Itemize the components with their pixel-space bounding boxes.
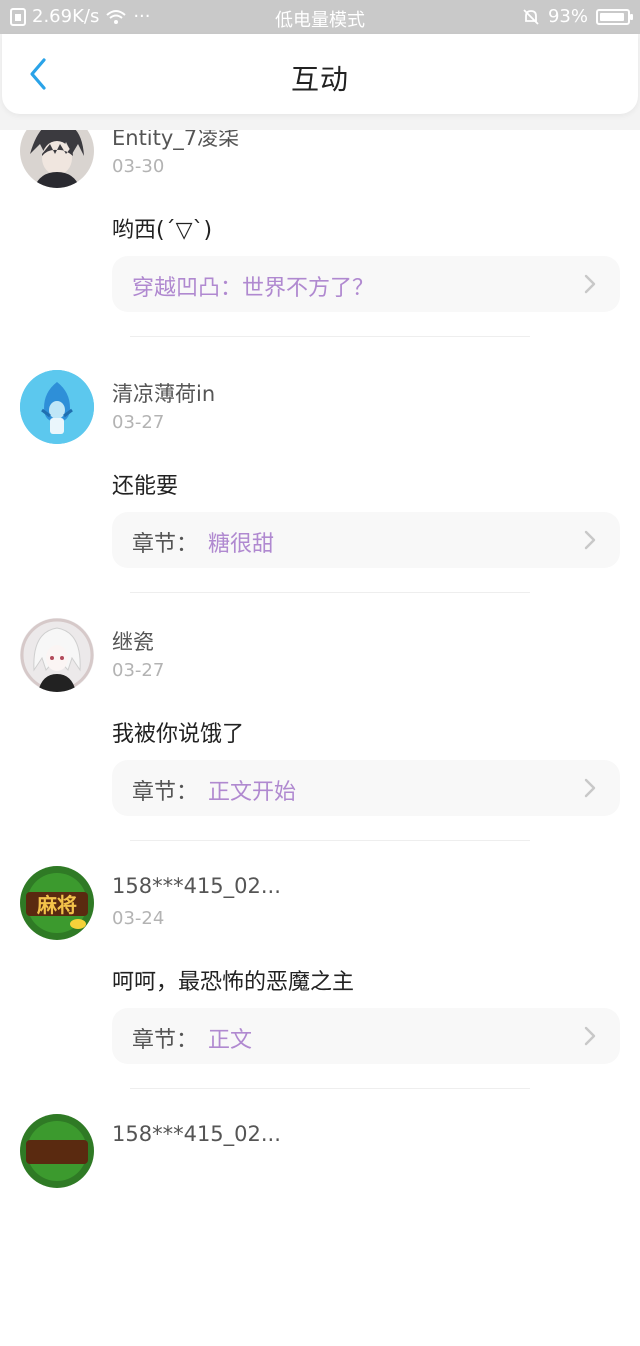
battery-icon	[596, 8, 633, 25]
comment-text: 我被你说饿了	[112, 722, 245, 747]
chevron-right-icon	[584, 274, 596, 294]
comment-date: 03-27	[112, 412, 165, 433]
chapter-link[interactable]: 章节： 糖很甜	[112, 512, 620, 568]
divider	[130, 336, 530, 337]
username[interactable]: 158***415_02...	[112, 1122, 281, 1146]
battery-percent: 93%	[547, 6, 588, 27]
interaction-list: Entity_7凌柒 03-30 哟西(´▽`) 穿越凹凸：世界不方了？ 清凉薄…	[0, 114, 640, 1346]
list-item: 继瓷 03-27 我被你说饿了 章节： 正文开始	[0, 602, 640, 850]
divider	[130, 1088, 530, 1089]
status-right: 93%	[522, 6, 633, 27]
list-item: 清凉薄荷in 03-27 还能要 章节： 糖很甜	[0, 354, 640, 602]
link-prefix: 章节：	[132, 780, 199, 805]
link-target: 穿越凹凸：世界不方了？	[132, 276, 375, 301]
avatar[interactable]	[20, 370, 94, 444]
avatar[interactable]: 麻将	[20, 866, 94, 940]
divider	[130, 840, 530, 841]
divider	[130, 592, 530, 593]
page-title: 互动	[290, 63, 349, 96]
chevron-right-icon	[584, 530, 596, 550]
status-bar: 2.69K/s ··· 低电量模式 93%	[0, 0, 640, 34]
comment-date: 03-24	[112, 908, 165, 929]
link-prefix: 章节：	[132, 532, 199, 557]
related-chapter-link[interactable]: 穿越凹凸：世界不方了？	[112, 256, 620, 312]
comment-date: 03-27	[112, 660, 165, 681]
chapter-link[interactable]: 章节： 正文	[112, 1008, 620, 1064]
chapter-link[interactable]: 章节： 正文开始	[112, 760, 620, 816]
svg-text:麻将: 麻将	[36, 893, 77, 917]
comment-text: 哟西(´▽`)	[112, 218, 213, 243]
comment-text: 还能要	[112, 474, 179, 499]
link-prefix: 章节：	[132, 1028, 199, 1053]
link-target: 正文开始	[208, 780, 297, 805]
username[interactable]: 158***415_02...	[112, 874, 281, 898]
chevron-right-icon	[584, 778, 596, 798]
avatar[interactable]	[20, 618, 94, 692]
comment-date: 03-30	[112, 156, 165, 177]
list-item: 麻将 158***415_02... 03-24 呵呵，最恐怖的恶魔之主 章节：…	[0, 850, 640, 1098]
chevron-right-icon	[584, 1026, 596, 1046]
username[interactable]: 清凉薄荷in	[112, 378, 215, 408]
comment-text: 呵呵，最恐怖的恶魔之主	[112, 970, 355, 995]
link-target: 正文	[208, 1028, 253, 1053]
username[interactable]: 继瓷	[112, 626, 154, 656]
navigation-header: 互动	[2, 34, 638, 114]
link-target: 糖很甜	[208, 532, 275, 557]
bell-muted-icon	[522, 8, 540, 26]
list-item: 158***415_02...	[0, 1098, 640, 1346]
list-item: Entity_7凌柒 03-30 哟西(´▽`) 穿越凹凸：世界不方了？	[0, 106, 640, 354]
avatar[interactable]	[20, 1114, 94, 1188]
